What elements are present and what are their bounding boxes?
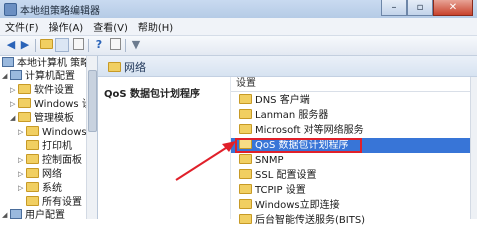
list-item[interactable]: TCPIP 设置	[231, 183, 471, 198]
list-item[interactable]: SNMP	[231, 153, 471, 168]
expanded-arrow-icon[interactable]: ◢	[10, 112, 18, 125]
show-tree-icon[interactable]	[55, 38, 69, 52]
properties-icon[interactable]	[108, 38, 122, 52]
tree-item-control-panel[interactable]: ▷ 控制面板	[18, 154, 82, 167]
collapsed-arrow-icon[interactable]: ▷	[18, 168, 26, 181]
folder-icon	[26, 168, 39, 178]
folder-icon	[239, 199, 252, 209]
list-item-selected[interactable]: QoS 数据包计划程序	[231, 138, 471, 153]
menu-bar: 文件(F) 操作(A) 查看(V) 帮助(H)	[0, 18, 477, 36]
minimize-button[interactable]: –	[381, 0, 407, 16]
folder-band-title: 网络	[124, 61, 146, 74]
folder-icon	[26, 182, 39, 192]
collapsed-arrow-icon[interactable]: ▷	[10, 98, 18, 111]
folder-icon	[239, 214, 252, 224]
tree-item-user-config[interactable]: ◢ 用户配置	[2, 209, 65, 219]
detail-pane: QoS 数据包计划程序	[98, 77, 222, 219]
window-title: 本地组策略编辑器	[20, 6, 100, 17]
tree-item-admin-templates[interactable]: ◢ 管理模板	[10, 112, 74, 125]
computer-icon	[10, 70, 22, 80]
menu-help[interactable]: 帮助(H)	[133, 19, 178, 34]
folder-icon	[239, 169, 252, 179]
tree-item-network[interactable]: ▷ 网络	[18, 168, 62, 181]
expanded-arrow-icon[interactable]: ◢	[2, 209, 10, 219]
folder-icon	[239, 154, 252, 164]
window-controls: – ▫ ✕	[381, 0, 473, 16]
list-item[interactable]: SSL 配置设置	[231, 168, 471, 183]
menu-file[interactable]: 文件(F)	[0, 19, 44, 34]
tree-scroll-thumb[interactable]	[88, 70, 97, 132]
collapsed-arrow-icon[interactable]: ▷	[18, 126, 26, 139]
folder-icon	[18, 98, 31, 108]
highlight-box	[235, 138, 362, 153]
filter-icon[interactable]: ▼	[129, 38, 143, 52]
toolbar-separator	[35, 39, 36, 52]
expanded-arrow-icon[interactable]: ◢	[2, 70, 10, 83]
folder-icon	[26, 154, 39, 164]
list-item[interactable]: Windows立即连接	[231, 198, 471, 213]
tree-item-root[interactable]: 本地计算机 策略	[2, 57, 90, 70]
list-header[interactable]: 设置	[231, 77, 471, 92]
app-icon	[4, 3, 17, 16]
tree-item-windows-settings[interactable]: ▷ Windows 设置	[10, 98, 97, 111]
folder-icon	[26, 196, 39, 206]
menu-action[interactable]: 操作(A)	[44, 19, 89, 34]
folder-icon	[26, 126, 39, 136]
tree-item-printers[interactable]: 打印机	[26, 140, 72, 153]
tree-item-computer-config[interactable]: ◢ 计算机配置	[2, 70, 75, 83]
folder-icon	[239, 184, 252, 194]
folder-icon	[26, 140, 39, 150]
details-panel: 网络 QoS 数据包计划程序 设置 DNS 客户端 Lanman 服务器 Mic…	[98, 56, 477, 226]
user-icon	[10, 209, 22, 219]
list-item[interactable]: Microsoft 对等网络服务	[231, 123, 471, 138]
forward-icon[interactable]: ▶	[18, 38, 32, 52]
tree-scrollbar[interactable]	[86, 56, 97, 219]
collapsed-arrow-icon[interactable]: ▷	[18, 154, 26, 167]
folder-icon	[18, 112, 31, 122]
list-item[interactable]: 后台智能传送服务(BITS)	[231, 213, 471, 228]
help-icon[interactable]: ?	[92, 38, 106, 52]
computer-icon	[2, 57, 14, 67]
policy-tree: 本地计算机 策略 ◢ 计算机配置 ▷ 软件设置 ▷ Windows 设置 ◢ 管理模板 …	[0, 56, 98, 219]
settings-list: 设置 DNS 客户端 Lanman 服务器 Microsoft 对等网络服务 Q…	[230, 77, 471, 226]
tree-item-system[interactable]: ▷ 系统	[18, 182, 62, 195]
folder-icon	[239, 124, 252, 134]
toolbar-separator	[125, 39, 126, 52]
folder-icon	[108, 62, 121, 72]
folder-icon	[239, 109, 252, 119]
list-item[interactable]: Lanman 服务器	[231, 108, 471, 123]
export-icon[interactable]	[71, 38, 85, 52]
tree-item-software-settings[interactable]: ▷ 软件设置	[10, 84, 74, 97]
up-folder-icon[interactable]	[39, 38, 53, 52]
detail-title: QoS 数据包计划程序	[104, 89, 201, 100]
toolbar-separator	[88, 39, 89, 52]
folder-band: 网络	[98, 56, 477, 77]
back-icon[interactable]: ◀	[4, 38, 18, 52]
maximize-button[interactable]: ▫	[407, 0, 433, 16]
title-bar: 本地组策略编辑器 – ▫ ✕	[0, 0, 477, 18]
folder-icon	[239, 94, 252, 104]
tree-item-all-settings[interactable]: 所有设置	[26, 196, 82, 209]
collapsed-arrow-icon[interactable]: ▷	[18, 182, 26, 195]
toolbar: ◀ ▶ ? ▼	[0, 36, 477, 56]
collapsed-arrow-icon[interactable]: ▷	[10, 84, 18, 97]
folder-icon	[18, 84, 31, 94]
list-scrollbar[interactable]	[470, 77, 477, 219]
menu-view[interactable]: 查看(V)	[88, 19, 133, 34]
close-button[interactable]: ✕	[433, 0, 473, 16]
list-item[interactable]: DNS 客户端	[231, 93, 471, 108]
